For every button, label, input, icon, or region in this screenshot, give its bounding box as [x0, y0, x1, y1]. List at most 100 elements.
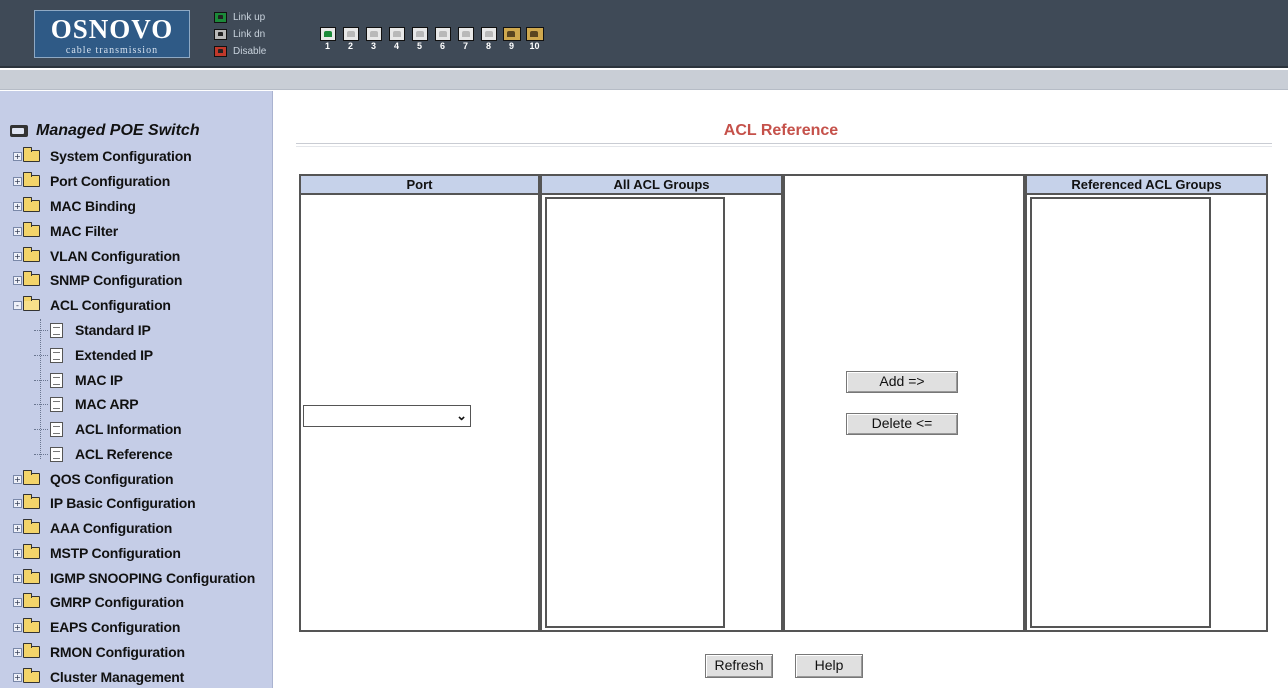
expand-icon[interactable]: +	[13, 151, 22, 161]
port-3[interactable]: 3	[364, 27, 383, 52]
sidebar-item-aaa-configuration[interactable]: + AAA Configuration	[13, 518, 172, 538]
expand-icon[interactable]: +	[13, 548, 22, 558]
port-2[interactable]: 2	[341, 27, 360, 52]
expand-icon[interactable]: +	[13, 523, 22, 533]
expand-icon[interactable]: +	[13, 622, 22, 632]
port-number: 6	[439, 41, 445, 51]
folder-icon	[23, 519, 40, 534]
open-folder-icon	[23, 296, 40, 311]
page-icon	[50, 396, 63, 412]
tree-connector	[34, 403, 48, 405]
tree-root-label: Managed POE Switch	[36, 122, 200, 139]
referenced-acl-groups-list[interactable]	[1030, 197, 1211, 628]
help-button[interactable]: Help	[795, 654, 863, 678]
sidebar-item-acl-configuration[interactable]: - ACL Configuration	[13, 295, 171, 315]
expand-icon[interactable]: +	[13, 672, 22, 682]
sidebar-item-system-configuration[interactable]: + System Configuration	[13, 146, 192, 166]
header-subbar	[0, 70, 1288, 90]
port-number: 4	[393, 41, 399, 51]
link-down-icon	[214, 29, 227, 40]
fiber-port-icon	[502, 27, 521, 41]
port-panel: 1 2 3 4 5 6 7 8 9 10	[318, 27, 548, 52]
sidebar-item-label: System Configuration	[50, 148, 192, 164]
delete-button[interactable]: Delete <=	[846, 413, 958, 435]
port-6[interactable]: 6	[433, 27, 452, 52]
tree-root[interactable]: Managed POE Switch	[10, 122, 200, 140]
port-number: 8	[485, 41, 491, 51]
sidebar-item-standard-ip[interactable]: Standard IP	[34, 320, 151, 340]
expand-icon[interactable]: +	[13, 647, 22, 657]
sidebar-item-mac-arp[interactable]: MAC ARP	[34, 394, 139, 414]
page-icon	[50, 372, 63, 388]
action-buttons-column: Add => Delete <=	[783, 174, 1025, 632]
port-up-icon	[319, 27, 336, 41]
port-down-icon	[457, 27, 474, 41]
sidebar-item-acl-reference[interactable]: ACL Reference	[34, 444, 173, 464]
sidebar-item-mstp-configuration[interactable]: + MSTP Configuration	[13, 543, 181, 563]
port-8[interactable]: 8	[479, 27, 498, 52]
expand-icon[interactable]: +	[13, 498, 22, 508]
sidebar-item-rmon-configuration[interactable]: + RMON Configuration	[13, 642, 185, 662]
switch-icon	[10, 125, 28, 137]
fiber-port-icon	[525, 27, 544, 41]
expand-icon[interactable]: +	[13, 226, 22, 236]
expand-icon[interactable]: +	[13, 597, 22, 607]
sidebar-item-label: ACL Configuration	[50, 297, 171, 313]
sidebar-item-label: IP Basic Configuration	[50, 495, 196, 511]
refresh-button[interactable]: Refresh	[705, 654, 773, 678]
sidebar-item-mac-binding[interactable]: + MAC Binding	[13, 196, 136, 216]
port-status-legend: Link up Link dn Disable	[214, 9, 266, 60]
sidebar-item-ip-basic-configuration[interactable]: + IP Basic Configuration	[13, 493, 196, 513]
sidebar-item-label: ACL Reference	[75, 446, 173, 462]
add-button[interactable]: Add =>	[846, 371, 958, 393]
sidebar-item-cluster-management[interactable]: + Cluster Management	[13, 667, 184, 687]
sidebar-item-mac-filter[interactable]: + MAC Filter	[13, 221, 118, 241]
port-7[interactable]: 7	[456, 27, 475, 52]
expand-icon[interactable]: +	[13, 275, 22, 285]
tree-connector	[34, 379, 48, 381]
page-icon	[50, 421, 63, 437]
sidebar-item-qos-configuration[interactable]: + QOS Configuration	[13, 469, 174, 489]
sidebar-item-label: Standard IP	[75, 322, 151, 338]
port-down-icon	[342, 27, 359, 41]
port-select[interactable]: ⌄	[303, 405, 471, 427]
sidebar-item-vlan-configuration[interactable]: + VLAN Configuration	[13, 246, 180, 266]
sidebar-item-mac-ip[interactable]: MAC IP	[34, 370, 123, 390]
folder-icon	[23, 271, 40, 286]
disabled-port-icon	[214, 46, 227, 57]
sidebar-item-label: EAPS Configuration	[50, 619, 181, 635]
sidebar-item-eaps-configuration[interactable]: + EAPS Configuration	[13, 617, 180, 637]
sidebar-item-label: Port Configuration	[50, 173, 171, 189]
port-1[interactable]: 1	[318, 27, 337, 52]
sidebar-item-port-configuration[interactable]: + Port Configuration	[13, 171, 170, 191]
port-10[interactable]: 10	[525, 27, 544, 52]
sidebar-item-label: ACL Information	[75, 421, 182, 437]
port-4[interactable]: 4	[387, 27, 406, 52]
tree-connector	[34, 453, 48, 455]
legend-disable: Disable	[214, 43, 266, 60]
expand-icon[interactable]: +	[13, 201, 22, 211]
expand-icon[interactable]: +	[13, 176, 22, 186]
sidebar-item-snmp-configuration[interactable]: + SNMP Configuration	[13, 270, 182, 290]
expand-icon[interactable]: +	[13, 251, 22, 261]
sidebar-item-gmrp-configuration[interactable]: + GMRP Configuration	[13, 592, 184, 612]
folder-icon	[23, 247, 40, 262]
expand-icon[interactable]: +	[13, 573, 22, 583]
folder-icon	[23, 544, 40, 559]
folder-icon	[23, 197, 40, 212]
chevron-down-icon: ⌄	[456, 408, 467, 423]
port-down-icon	[480, 27, 497, 41]
port-down-icon	[388, 27, 405, 41]
port-5[interactable]: 5	[410, 27, 429, 52]
sidebar-item-extended-ip[interactable]: Extended IP	[34, 345, 153, 365]
sidebar-item-acl-information[interactable]: ACL Information	[34, 419, 182, 439]
sidebar-item-label: MAC IP	[75, 372, 123, 388]
collapse-icon[interactable]: -	[13, 300, 22, 310]
sidebar-item-igmp-snooping-configuration[interactable]: + IGMP SNOOPING Configuration	[13, 568, 255, 588]
all-acl-groups-list[interactable]	[545, 197, 725, 628]
expand-icon[interactable]: +	[13, 474, 22, 484]
page-icon	[50, 446, 63, 462]
sidebar-item-label: QOS Configuration	[50, 471, 174, 487]
port-number: 2	[347, 41, 353, 51]
port-9[interactable]: 9	[502, 27, 521, 52]
